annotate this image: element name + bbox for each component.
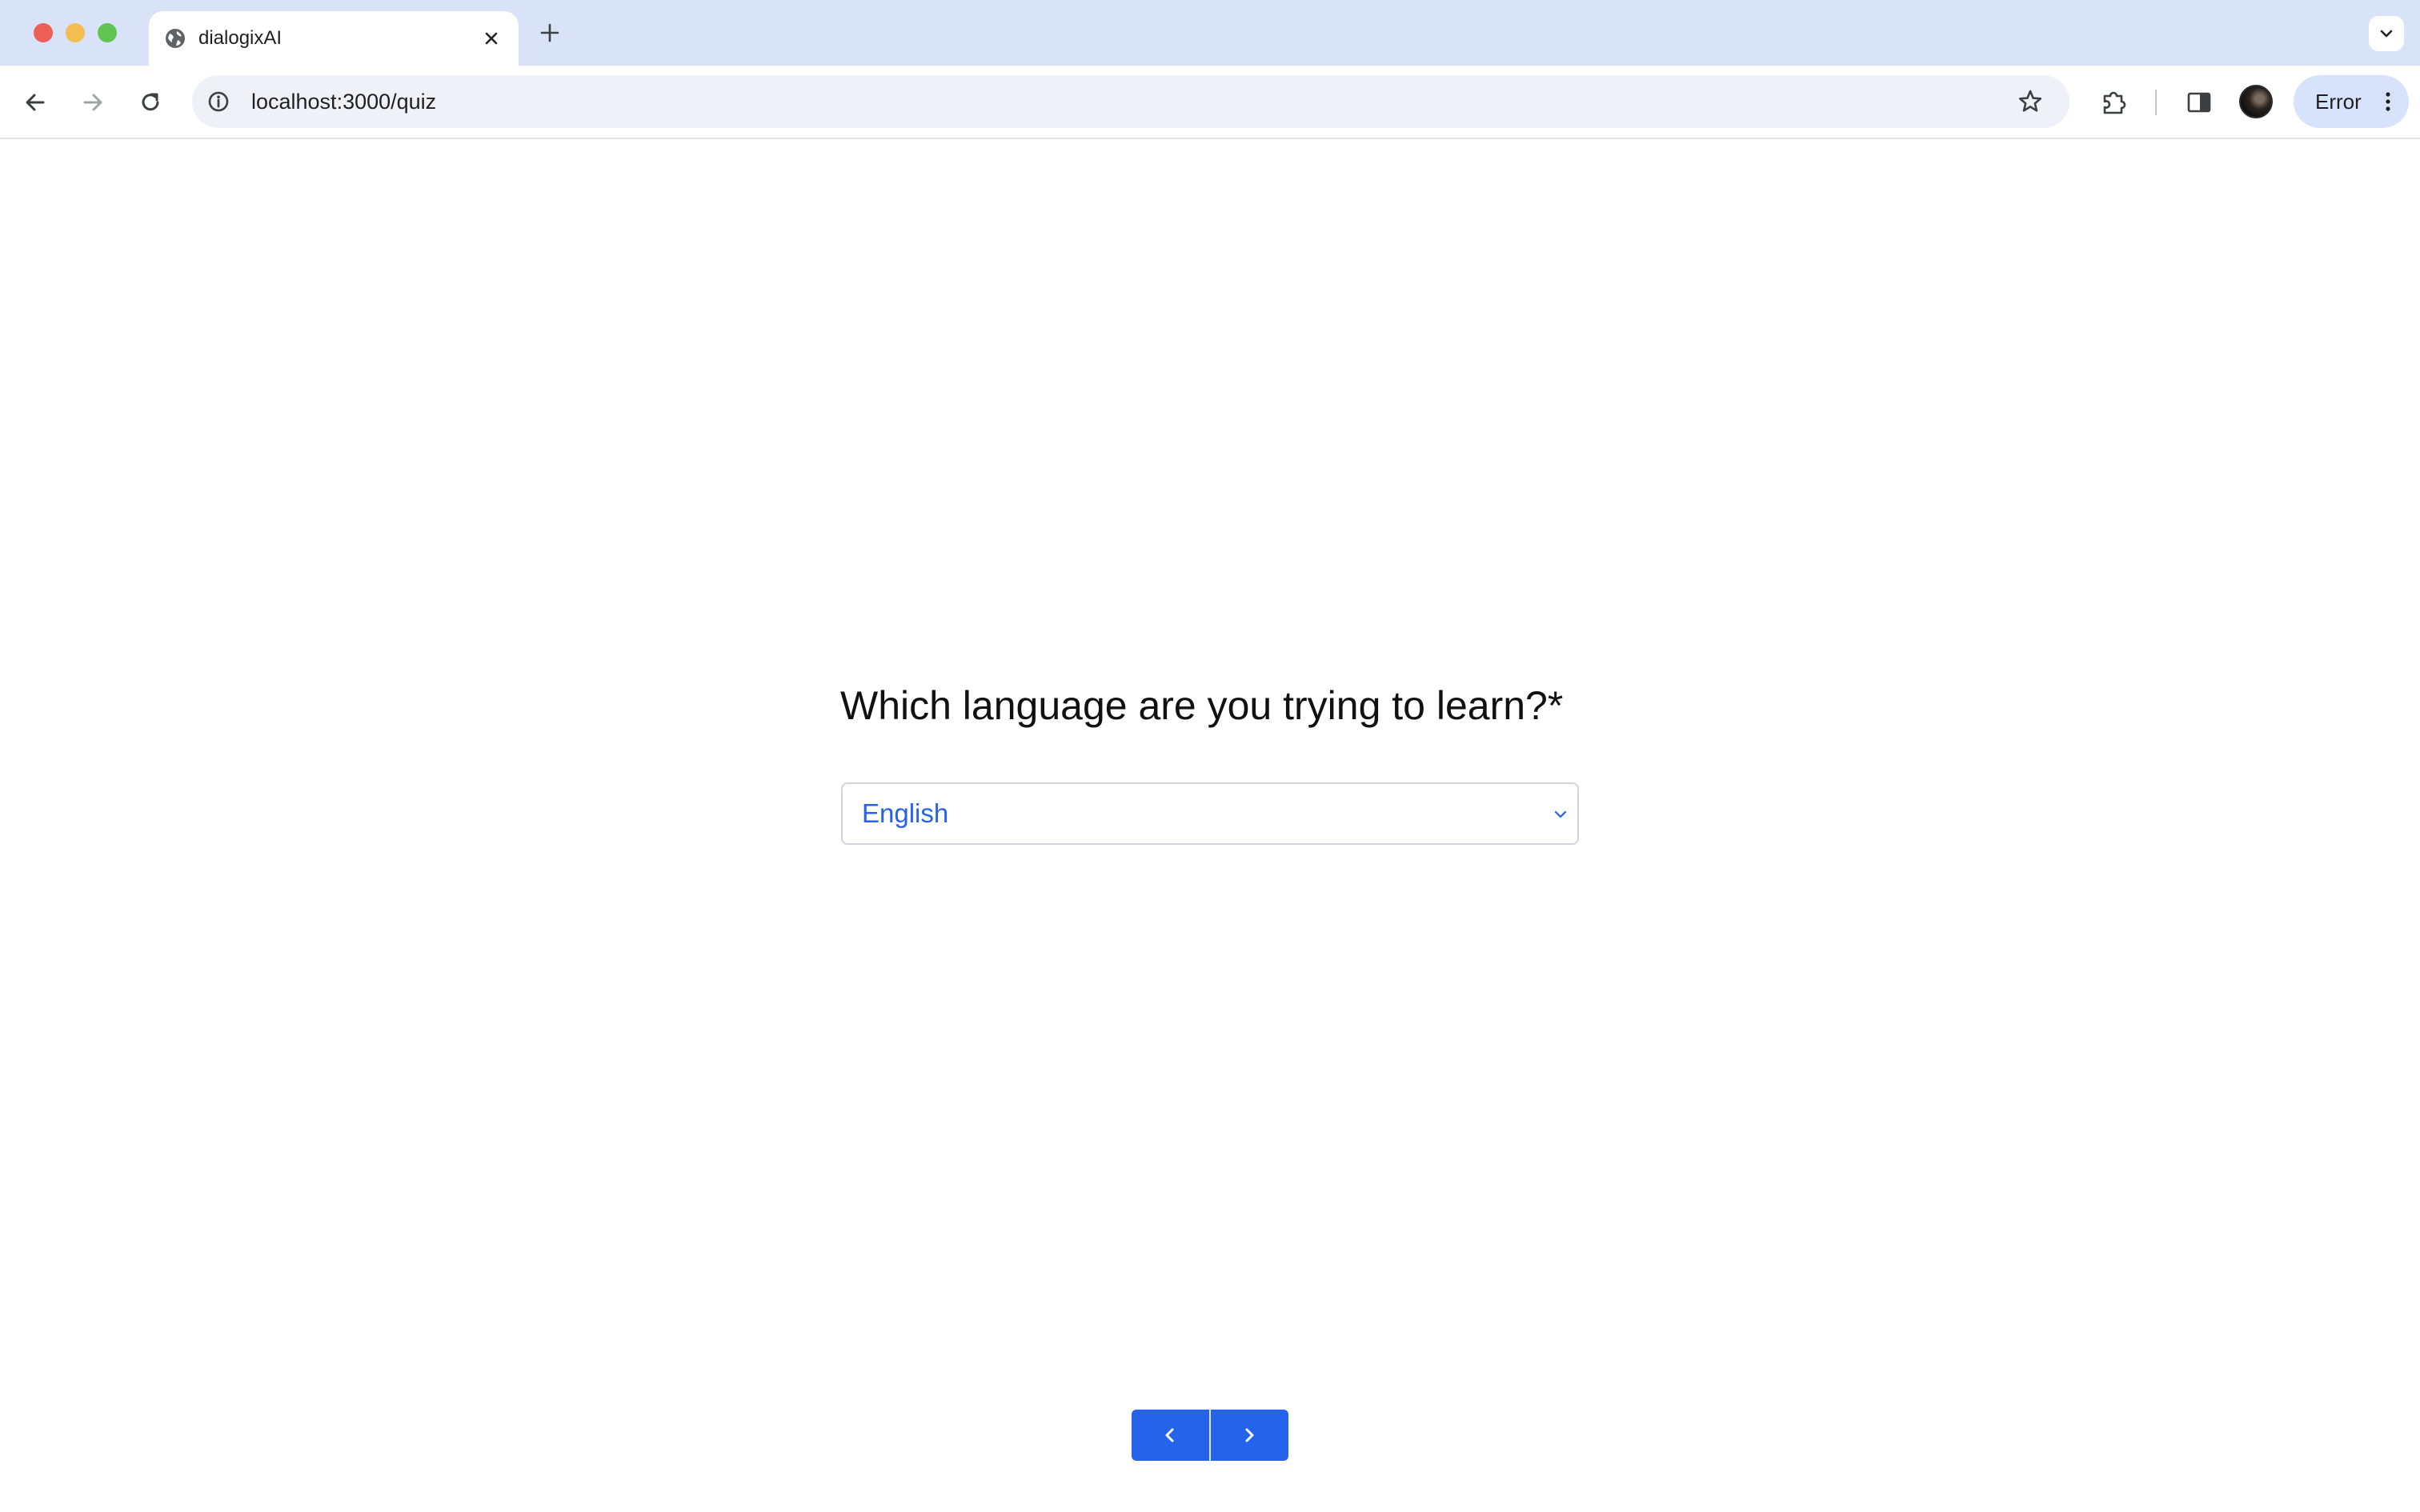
- address-bar[interactable]: localhost:3000/quiz: [192, 75, 2069, 128]
- browser-toolbar: localhost:3000/quiz Error: [0, 66, 2420, 139]
- language-select-value: English: [862, 798, 949, 828]
- window-zoom-button[interactable]: [98, 23, 117, 42]
- browser-tab-strip: dialogixAI: [0, 0, 2420, 66]
- profile-error-button[interactable]: Error: [2294, 75, 2409, 128]
- language-select[interactable]: English: [841, 782, 1579, 845]
- tab-search-button[interactable]: [2369, 16, 2404, 51]
- arrow-right-icon: [83, 94, 102, 111]
- chevron-right-icon: [1245, 1428, 1254, 1442]
- window-close-button[interactable]: [34, 23, 53, 42]
- url-text[interactable]: localhost:3000/quiz: [251, 75, 436, 128]
- chevron-down-icon: [1552, 806, 1569, 823]
- error-label: Error: [2315, 90, 2362, 114]
- star-icon[interactable]: [2017, 88, 2044, 115]
- forward-button[interactable]: [78, 88, 107, 117]
- puzzle-icon[interactable]: [2098, 86, 2130, 118]
- browser-tab-active[interactable]: dialogixAI: [149, 11, 519, 66]
- side-panel-icon[interactable]: [2183, 86, 2215, 118]
- globe-icon: [163, 26, 187, 50]
- chevron-left-icon: [1165, 1428, 1174, 1442]
- previous-button[interactable]: [1132, 1410, 1209, 1461]
- reload-icon: [142, 93, 159, 111]
- window-minimize-button[interactable]: [66, 23, 85, 42]
- new-tab-button[interactable]: [538, 21, 562, 45]
- arrow-left-icon: [26, 94, 45, 111]
- back-button[interactable]: [21, 88, 50, 117]
- avatar[interactable]: [2239, 85, 2273, 118]
- toolbar-divider: [2155, 90, 2157, 115]
- reload-button[interactable]: [136, 88, 165, 117]
- next-button[interactable]: [1211, 1410, 1288, 1461]
- chevron-down-icon: [2380, 30, 2393, 38]
- quiz-pager: [1132, 1410, 1288, 1461]
- tab-title: dialogixAI: [198, 27, 282, 49]
- kebab-menu-icon: [2377, 90, 2399, 113]
- close-icon[interactable]: [480, 27, 503, 50]
- quiz-question: Which language are you trying to learn?*: [840, 683, 1564, 728]
- info-icon[interactable]: [206, 90, 230, 114]
